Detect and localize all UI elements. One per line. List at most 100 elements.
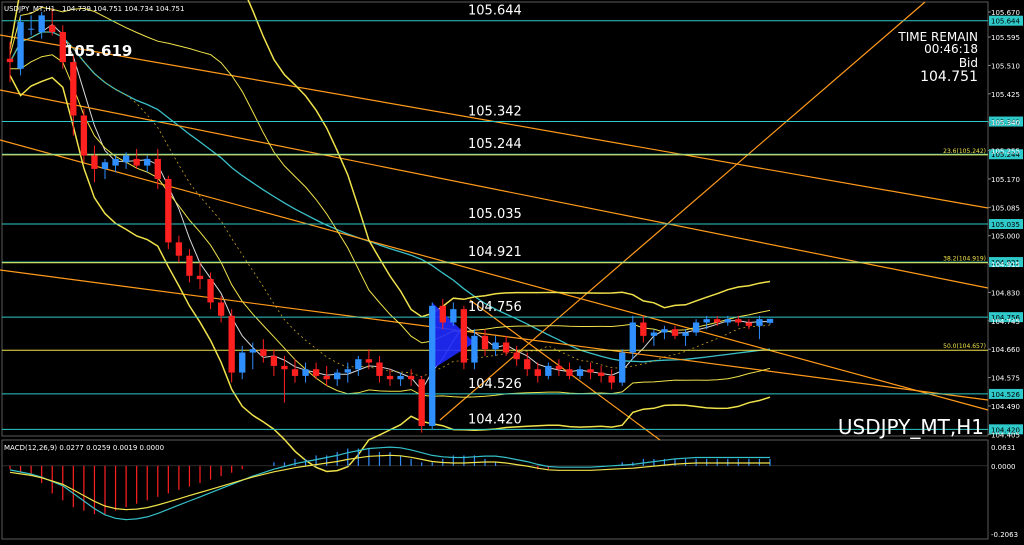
level-label: 105.342 (468, 105, 522, 120)
candle-bear (175, 242, 183, 256)
timer-price-type: Bid (959, 56, 978, 70)
price-axis-label: 105.340 (991, 119, 1020, 127)
candle-bull (692, 322, 700, 333)
price-axis-label: 105.000 (991, 233, 1020, 241)
price-axis-label: 105.595 (991, 34, 1020, 42)
watermark: USDJPY_MT,H1 (838, 415, 984, 439)
candle-bear (534, 369, 541, 376)
level-label: 105.244 (468, 137, 522, 152)
price-axis-label: 105.425 (991, 91, 1020, 99)
price-axis-label: 104.915 (991, 261, 1020, 269)
candle-bear (196, 275, 204, 280)
candle-bear (207, 279, 214, 303)
candle-bear (439, 305, 446, 323)
candle-bull (450, 309, 457, 323)
candle-bull (429, 305, 436, 426)
candle-bull (101, 162, 109, 169)
level-label: 105.035 (468, 207, 522, 222)
candle-bull (144, 158, 151, 166)
candle-bull (492, 342, 499, 350)
candle-bull (471, 335, 478, 363)
candle-bear (228, 315, 235, 373)
price-axis-label: 104.575 (991, 375, 1020, 383)
candle-bear (376, 362, 383, 376)
header-title: USDJPY_MT,H1 (4, 5, 55, 13)
candle-bear (70, 62, 77, 116)
candle-bear (260, 349, 267, 356)
price-axis-label: 104.660 (991, 346, 1020, 354)
candle-bull (397, 375, 404, 380)
candle-bull (619, 352, 626, 383)
macd-axis-label: 0.0000 (991, 463, 1016, 471)
candle-bear (481, 335, 489, 350)
candle-bull (38, 15, 45, 33)
candle-bear (460, 309, 468, 363)
candle-bear (165, 178, 172, 243)
chart-background (0, 0, 1024, 541)
candle-bear (566, 369, 573, 376)
timer-price: 104.751 (920, 69, 978, 85)
candle-bull (756, 319, 763, 326)
level-label: 104.921 (468, 245, 522, 260)
candle-bull (629, 322, 636, 353)
candle-bear (671, 329, 679, 336)
macd-axis-label: 0.0631 (991, 444, 1016, 452)
candle-bull (344, 369, 351, 373)
candle-bull (576, 369, 584, 376)
level-label: 105.644 (468, 4, 522, 19)
candle-bear (407, 375, 415, 380)
candle-bear (640, 322, 647, 336)
level-axis-tag-text: 105.035 (991, 221, 1020, 229)
fib-label: 38.2(104.919) (943, 256, 986, 263)
candle-bull (355, 359, 362, 370)
level-label: 104.756 (468, 300, 522, 315)
candle-bull (334, 372, 341, 380)
candle-bear (281, 365, 288, 370)
timer-countdown: 00:46:18 (924, 42, 978, 56)
header-ohlc: 104.739 104.751 104.734 104.751 (62, 5, 184, 13)
candle-bear (154, 158, 161, 179)
candle-bear (80, 115, 88, 156)
price-axis-label: 105.670 (991, 9, 1020, 17)
candle-bear (524, 359, 531, 370)
candle-bull (27, 28, 35, 30)
candle-bull (650, 332, 658, 336)
candle-bull (703, 319, 710, 323)
candle-bull (122, 155, 130, 163)
candle-bear (587, 369, 594, 373)
candle-bear (745, 322, 753, 326)
candle-bull (112, 158, 119, 166)
candle-bear (270, 355, 278, 366)
candle-bull (249, 349, 256, 353)
level-axis-tag-text: 105.644 (991, 18, 1020, 26)
price-axis-label: 104.830 (991, 289, 1020, 297)
macd-label: MACD(12,26,9) 0.0277 0.0259 0.0019 0.000… (4, 444, 164, 452)
candle-bear (735, 319, 742, 323)
candle-bear (555, 365, 563, 370)
fib-label: 23.6(105.242) (943, 148, 986, 155)
candle-bear (6, 58, 14, 63)
high-label: 105.619 (64, 42, 132, 60)
candle-bull (724, 319, 731, 323)
candle-bull (239, 352, 246, 373)
candle-bull (17, 22, 24, 69)
candle-bear (418, 379, 425, 426)
candle-bear (513, 352, 520, 360)
chart-svg: 105.644105.644105.342105.342105.244105.2… (0, 0, 1024, 541)
candle-bear (597, 372, 605, 376)
candle-bear (386, 375, 394, 380)
candle-bear (323, 375, 330, 380)
level-label: 104.420 (468, 412, 522, 427)
candle-bull (302, 369, 309, 376)
candle-bull (545, 365, 552, 376)
chart-root: 105.644 105.644 105.342 105.342 105.244 105.2… (0, 0, 1024, 541)
price-axis-label: 105.255 (991, 148, 1020, 156)
price-axis-label: 105.510 (991, 62, 1020, 70)
candle-bear (186, 255, 193, 276)
candle-bear (91, 155, 98, 169)
candle-bear (502, 342, 510, 353)
candle-bear (291, 369, 299, 376)
price-axis-label: 104.405 (991, 431, 1020, 439)
price-axis-label: 105.085 (991, 204, 1020, 212)
candle-bull (661, 329, 668, 333)
